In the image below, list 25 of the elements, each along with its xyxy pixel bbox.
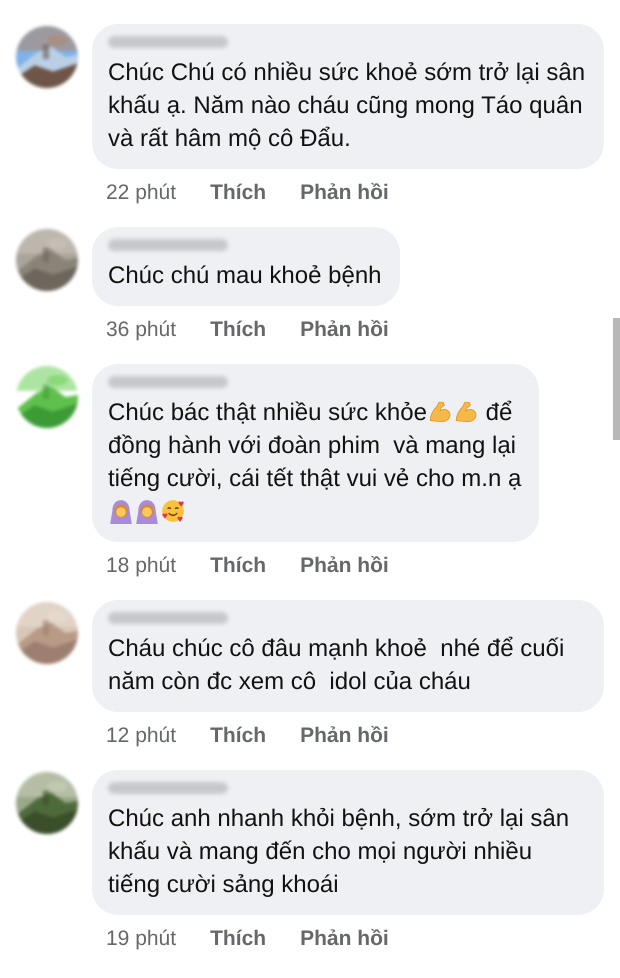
comment-text: tiếng cười, cái tết thật vui vẻ cho m.n ạ (108, 465, 522, 492)
like-link[interactable]: Thích (210, 927, 266, 951)
like-link[interactable]: Thích (210, 724, 266, 748)
reply-link[interactable]: Phản hồi (300, 554, 389, 578)
comment-text: Chúc Chú có nhiều sức khoẻ sớm trở lại sân khấu ạ. Năm nào cháu cũng mong Táo quân và rất hâm mộ cô Đẩu. (108, 58, 586, 154)
smiley-hearts-icon (160, 498, 186, 524)
like-link[interactable]: Thích (210, 181, 266, 205)
comment-time: 22 phút (106, 181, 176, 205)
comment-time: 18 phút (106, 554, 176, 578)
comment-time: 12 phút (106, 724, 176, 748)
comment-time: 36 phút (106, 318, 176, 342)
comment-text: Cháu chúc cô đâu mạnh khoẻ nhé để cuối năm còn đc xem cô idol của cháu (108, 634, 566, 697)
reply-link[interactable]: Phản hồi (300, 181, 389, 205)
scrollbar[interactable] (613, 318, 620, 440)
like-link[interactable]: Thích (210, 554, 266, 578)
comment-text: đồng hành với đoàn phim và mang lại (108, 432, 516, 459)
comment-text: Chúc chú mau khoẻ bệnh (108, 261, 382, 291)
reply-link[interactable]: Phản hồi (300, 724, 389, 748)
comment-time: 19 phút (106, 927, 176, 951)
comment-text: để (484, 399, 512, 426)
reply-link[interactable]: Phản hồi (300, 927, 389, 951)
comment-text: Chúc bác thật nhiều sức khỏe (108, 399, 427, 426)
like-link[interactable]: Thích (210, 318, 266, 342)
reply-link[interactable]: Phản hồi (300, 318, 389, 342)
comment-text: Chúc anh nhanh khỏi bệnh, sớm trở lại sân khấu và mang đến cho mọi người nhiều tiếng cười sảng khoái (108, 804, 570, 900)
